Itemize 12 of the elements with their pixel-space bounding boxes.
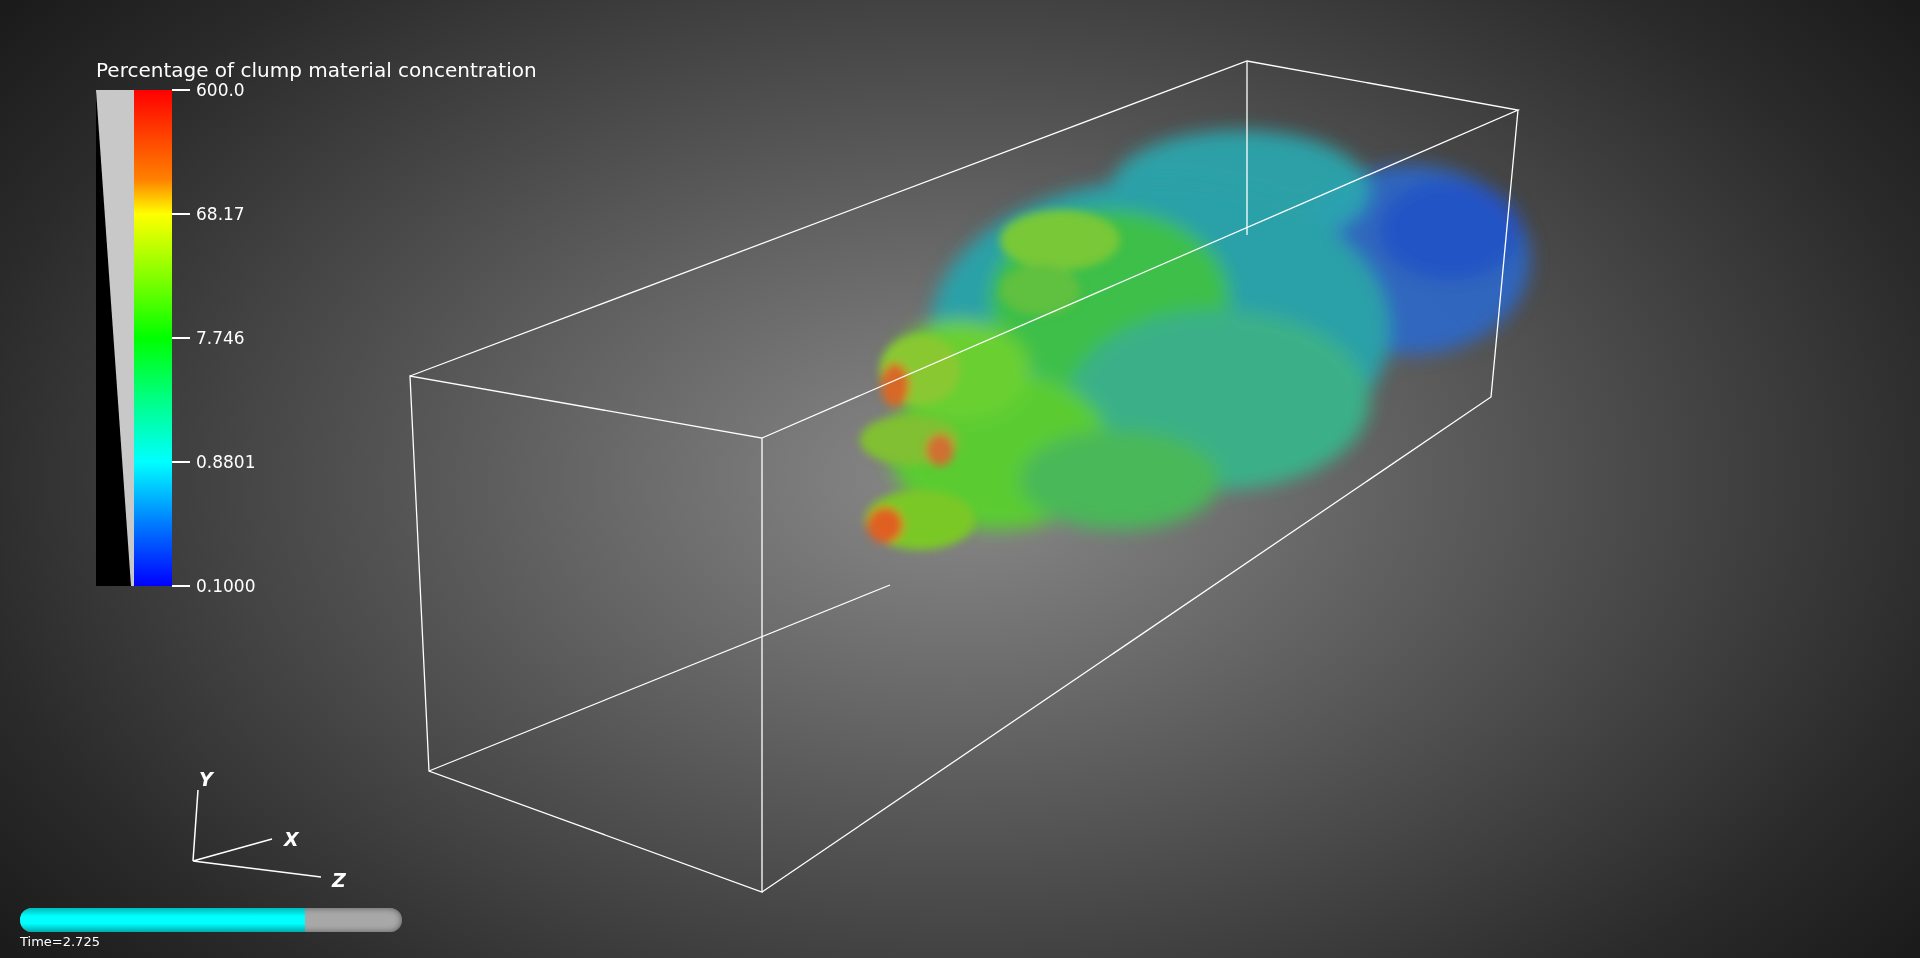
legend-title: Percentage of clump material concentration [96, 58, 537, 82]
axis-label: Y [199, 768, 213, 790]
orientation-axes-icon [192, 789, 322, 878]
opacity-ramp-icon [96, 90, 134, 586]
legend-tick-label: 7.746 [196, 327, 245, 349]
legend-tick-label: 600.0 [196, 80, 245, 101]
legend-tick-label: 0.8801 [196, 451, 256, 473]
axis-label: Z [332, 869, 346, 891]
legend-tick-label: 68.17 [196, 203, 245, 225]
axis-label: X [284, 828, 299, 850]
time-label: Time=2.725 [20, 934, 101, 950]
legend-tick-label: 0.1000 [196, 575, 256, 597]
